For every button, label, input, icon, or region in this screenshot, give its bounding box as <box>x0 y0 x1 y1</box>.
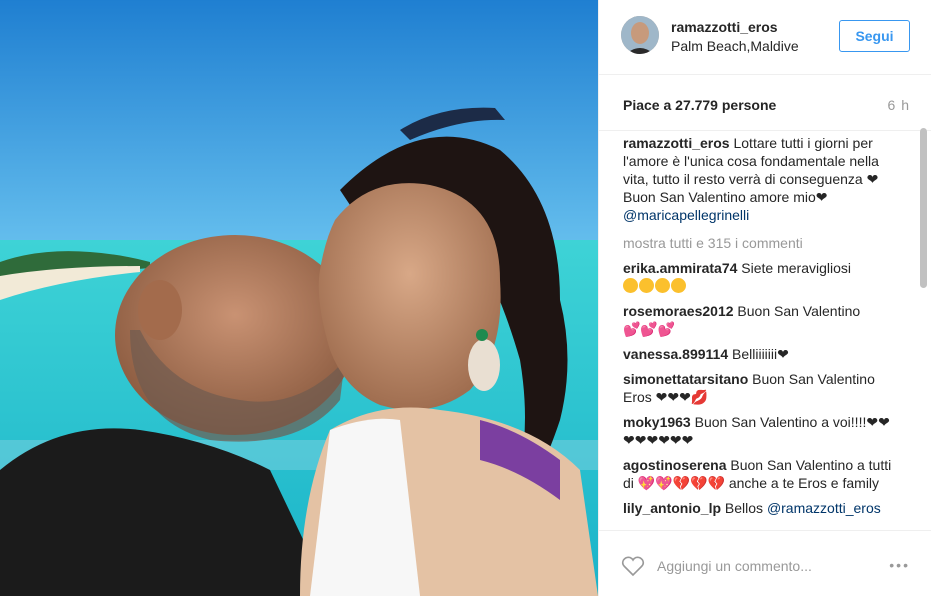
post-photo[interactable] <box>0 0 598 596</box>
comment-text-continued: anche a te Eros e family <box>724 475 880 491</box>
comment-username[interactable]: rosemoraes2012 <box>623 303 734 319</box>
heart-outline-icon[interactable] <box>621 555 645 577</box>
comment-item: lily_antonio_lp Bellos @ramazzotti_eros <box>623 499 901 517</box>
scrollbar-thumb[interactable] <box>920 128 927 288</box>
post-caption: ramazzotti_eros Lottare tutti i giorni p… <box>623 134 901 224</box>
comment-item: rosemoraes2012 Buon San Valentino 💕💕💕 <box>623 302 901 338</box>
comment-item: moky1963 Buon San Valentino a voi!!!!❤❤❤… <box>623 413 901 449</box>
post-stats: Piace a 27.779 persone 6 h <box>599 75 931 131</box>
post-username[interactable]: ramazzotti_eros <box>671 19 778 35</box>
post-header: ramazzotti_eros Palm Beach,Maldive Segui <box>599 0 931 75</box>
avatar-image <box>621 16 659 54</box>
follow-button[interactable]: Segui <box>839 20 910 52</box>
heart-eyes-emoji-icon <box>639 278 654 293</box>
heart-eyes-emoji-icon <box>623 278 638 293</box>
comment-item: erika.ammirata74 Siete meravigliosi <box>623 259 901 295</box>
avatar[interactable] <box>621 16 659 54</box>
comment-text: Bellos <box>721 500 767 516</box>
heart-emoji-icon: 💖💖 <box>637 475 673 491</box>
comment-item: vanessa.899114 Belliiiiiii❤ <box>623 345 901 363</box>
post-details-panel: ramazzotti_eros Palm Beach,Maldive Segui… <box>598 0 931 596</box>
post-location[interactable]: Palm Beach,Maldive <box>671 38 799 54</box>
heart-eyes-emoji-icon <box>655 278 670 293</box>
comment-item: agostinoserena Buon San Valentino a tutt… <box>623 456 901 492</box>
comment-username[interactable]: agostinoserena <box>623 457 726 473</box>
comments-scrollbar[interactable] <box>919 128 928 530</box>
comment-text: Buon San Valentino <box>733 303 861 319</box>
caption-mention[interactable]: @maricapellegrinelli <box>623 207 749 223</box>
comment-username[interactable]: erika.ammirata74 <box>623 260 737 276</box>
post-image-illustration <box>0 0 598 596</box>
comment-text: Siete meravigliosi <box>737 260 852 276</box>
more-options-icon[interactable]: ••• <box>889 557 910 573</box>
add-comment-input[interactable] <box>657 556 877 576</box>
caption-username[interactable]: ramazzotti_eros <box>623 135 730 151</box>
sparkling-heart-emoji-icon: 💕💕💕 <box>623 321 676 337</box>
comment-username[interactable]: vanessa.899114 <box>623 346 728 362</box>
comment-username[interactable]: lily_antonio_lp <box>623 500 721 516</box>
post-footer: ••• <box>599 530 931 596</box>
heart-eyes-emoji-icon <box>671 278 686 293</box>
likes-count[interactable]: Piace a 27.779 persone <box>623 97 776 113</box>
comments-list: ramazzotti_eros Lottare tutti i giorni p… <box>623 134 901 530</box>
comment-username[interactable]: simonettatarsitano <box>623 371 748 387</box>
kiss-emoji-icon: 💋 <box>690 389 709 405</box>
instagram-post-view: ramazzotti_eros Palm Beach,Maldive Segui… <box>0 0 931 596</box>
comment-item: simonettatarsitano Buon San Valentino Er… <box>623 370 901 406</box>
comment-mention[interactable]: @ramazzotti_eros <box>767 500 881 516</box>
show-all-comments-link[interactable]: mostra tutti e 315 i commenti <box>623 234 901 252</box>
comment-text: Belliiiiiii❤ <box>728 346 789 362</box>
post-time[interactable]: 6 h <box>888 97 910 113</box>
broken-heart-emoji-icon: 💔💔💔 <box>672 475 725 491</box>
comment-username[interactable]: moky1963 <box>623 414 691 430</box>
